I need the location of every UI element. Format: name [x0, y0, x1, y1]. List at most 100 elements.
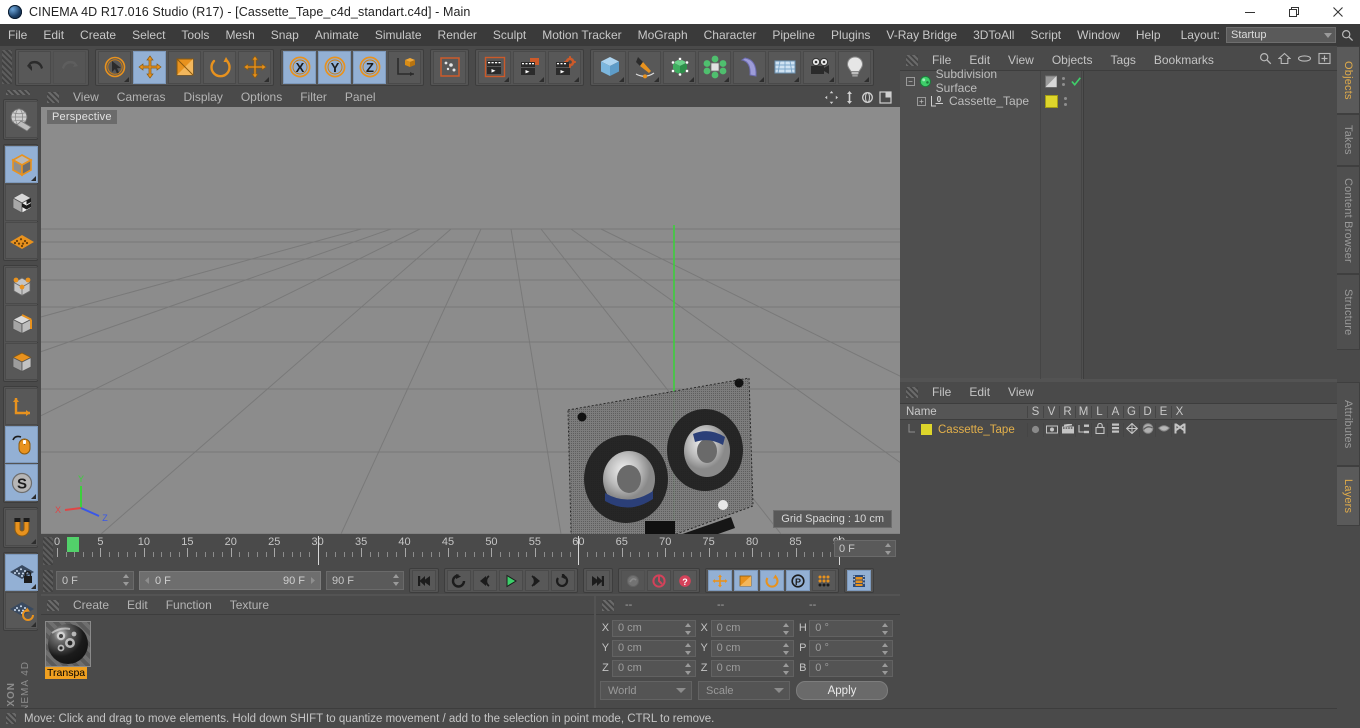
menu-select[interactable]: Select — [124, 24, 173, 46]
status-bar-grip[interactable] — [6, 713, 16, 724]
menu-mograph[interactable]: MoGraph — [630, 24, 696, 46]
viewport-menu-panel[interactable]: Panel — [336, 88, 385, 107]
menu-window[interactable]: Window — [1069, 24, 1128, 46]
render-noise-icon[interactable] — [433, 50, 466, 84]
menu-sculpt[interactable]: Sculpt — [485, 24, 534, 46]
material-menu-create[interactable]: Create — [64, 596, 118, 615]
add-layer-icon[interactable] — [1318, 52, 1331, 68]
timeline-grip[interactable] — [43, 537, 53, 565]
magnet-icon[interactable] — [5, 509, 38, 546]
go-to-start-icon[interactable] — [412, 570, 436, 591]
spinner-icon[interactable] — [881, 622, 889, 635]
viewport-3d[interactable]: Perspective Grid Spacing : 10 cm Y X Z — [41, 107, 900, 534]
viewport-menu-filter[interactable]: Filter — [291, 88, 336, 107]
deformer-icon[interactable] — [1139, 422, 1155, 437]
menu-animate[interactable]: Animate — [307, 24, 367, 46]
om-menu-tags[interactable]: Tags — [1102, 50, 1145, 70]
manager-icon[interactable] — [1075, 422, 1091, 437]
menu-file[interactable]: File — [0, 24, 35, 46]
layer-column-a[interactable]: A — [1107, 405, 1123, 418]
menu-3dtoall[interactable]: 3DToAll — [965, 24, 1022, 46]
solo-dot-icon[interactable] — [1027, 422, 1043, 437]
environment-floor-icon[interactable] — [768, 50, 801, 84]
tab-takes[interactable]: Takes — [1337, 114, 1360, 166]
coord-input-rot-h[interactable]: 0 ° — [809, 619, 893, 637]
layer-manager-grip[interactable] — [906, 386, 918, 398]
coordinate-system-select[interactable]: World — [600, 681, 692, 700]
scale-icon[interactable] — [168, 50, 201, 84]
enable-snap-s-icon[interactable]: S — [5, 464, 38, 501]
lock-icon[interactable] — [1091, 422, 1107, 437]
dolly-icon[interactable] — [842, 91, 856, 105]
range-right-arrow-icon[interactable] — [308, 576, 317, 585]
spinner-icon[interactable] — [783, 642, 790, 655]
live-selection-icon[interactable] — [98, 50, 131, 84]
editable-object-icon[interactable] — [5, 146, 38, 183]
lm-menu-file[interactable]: File — [923, 382, 960, 402]
ellipse-icon[interactable] — [1297, 52, 1312, 68]
layer-column-g[interactable]: G — [1123, 405, 1139, 418]
spinner-icon[interactable] — [881, 662, 889, 675]
points-mode-icon[interactable] — [5, 267, 38, 304]
om-menu-bookmarks[interactable]: Bookmarks — [1145, 50, 1223, 70]
rotate-icon[interactable] — [203, 50, 236, 84]
cube-primitive-icon[interactable] — [593, 50, 626, 84]
axis-modify-icon[interactable] — [5, 388, 38, 425]
timeline-start-field[interactable]: 0 F — [56, 571, 134, 590]
view-icon[interactable] — [1043, 422, 1059, 437]
tab-content-browser[interactable]: Content Browser — [1337, 166, 1360, 274]
timeline-range-slider[interactable]: 0 F 90 F — [139, 571, 321, 590]
timeline-filmstrip-icon[interactable] — [847, 570, 871, 591]
timeline-end-field[interactable]: 90 F — [326, 571, 404, 590]
layer-row-cassette-tape[interactable]: Cassette_Tape — [900, 421, 1337, 438]
minimize-icon[interactable] — [1228, 0, 1272, 24]
object-row-cassette-tape[interactable]: + 0 Cassette_Tape — [900, 91, 1040, 111]
z-axis-icon[interactable]: Z — [353, 50, 386, 84]
material-menu-function[interactable]: Function — [157, 596, 221, 615]
viewport-menu-options[interactable]: Options — [232, 88, 291, 107]
menu-plugins[interactable]: Plugins — [823, 24, 878, 46]
coord-input-rot-b[interactable]: 0 ° — [809, 659, 893, 677]
key-rotation-icon[interactable] — [760, 570, 784, 591]
key-scale-icon[interactable] — [734, 570, 758, 591]
tag-dots-icon[interactable] — [1063, 96, 1067, 106]
model-mode-icon[interactable] — [5, 184, 38, 221]
material-sphere-preview[interactable] — [45, 621, 91, 667]
material-menu-texture[interactable]: Texture — [221, 596, 278, 615]
spinner-icon[interactable] — [684, 642, 692, 655]
menu-mesh[interactable]: Mesh — [217, 24, 262, 46]
nurbs-generator-icon[interactable] — [663, 50, 696, 84]
timeline-current-marker[interactable] — [67, 537, 79, 552]
rotate-view-icon[interactable] — [860, 91, 874, 105]
object-manager-grip[interactable] — [906, 54, 918, 66]
camera-icon[interactable] — [803, 50, 836, 84]
object-row-subdivision-surface[interactable]: − Subdivision Surface — [900, 67, 1040, 95]
coord-input-rot-p[interactable]: 0 ° — [809, 639, 893, 657]
render-view-icon[interactable] — [478, 50, 511, 84]
menu-render[interactable]: Render — [430, 24, 485, 46]
play-forward-icon[interactable] — [499, 570, 523, 591]
layer-column-s[interactable]: S — [1027, 405, 1043, 418]
viewport-menu-view[interactable]: View — [64, 88, 108, 107]
spinner-icon[interactable] — [783, 662, 790, 675]
menu-create[interactable]: Create — [72, 24, 124, 46]
tab-attributes[interactable]: Attributes — [1337, 382, 1360, 466]
record-keyframe-icon[interactable] — [647, 570, 671, 591]
light-icon[interactable] — [838, 50, 871, 84]
search-icon[interactable] — [1259, 52, 1272, 68]
render-settings-icon[interactable] — [548, 50, 581, 84]
render-region-icon[interactable] — [513, 50, 546, 84]
workplane-rotate-icon[interactable] — [5, 592, 38, 629]
spinner-icon[interactable] — [684, 622, 692, 635]
menu-simulate[interactable]: Simulate — [367, 24, 430, 46]
range-left-arrow-icon[interactable] — [143, 576, 152, 585]
move-alt-icon[interactable] — [238, 50, 271, 84]
play-reverse-loop-icon[interactable] — [447, 570, 471, 591]
apply-button[interactable]: Apply — [796, 681, 888, 700]
expression-icon[interactable] — [1155, 422, 1171, 437]
tab-structure[interactable]: Structure — [1337, 274, 1360, 350]
key-parameter-icon[interactable]: P — [786, 570, 810, 591]
om-menu-objects[interactable]: Objects — [1043, 50, 1102, 70]
coord-input-size-z[interactable]: 0 cm — [710, 659, 795, 677]
move-icon[interactable] — [133, 50, 166, 84]
